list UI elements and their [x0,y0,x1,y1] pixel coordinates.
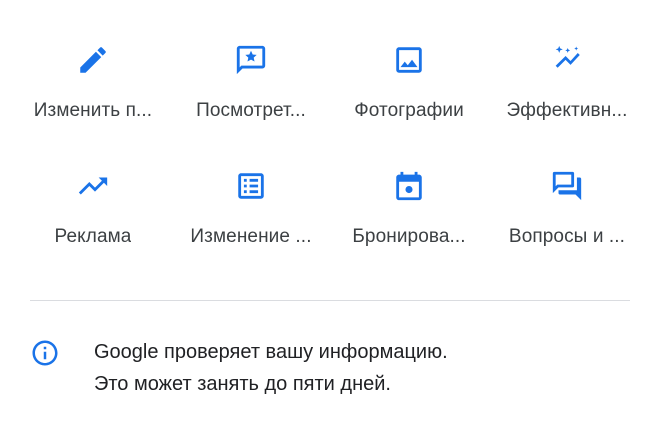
action-edit-profile[interactable]: Изменить п... [14,40,172,140]
action-label: Посмотрет... [196,100,306,121]
action-ads[interactable]: Реклама [14,166,172,266]
review-star-icon [231,40,271,80]
action-label: Изменить п... [33,100,153,121]
performance-sparkle-icon [547,40,587,80]
action-label: Изменение ... [190,226,312,247]
divider [30,300,630,301]
action-label: Бронирова... [352,226,466,247]
photo-icon [389,40,429,80]
action-photos[interactable]: Фотографии [330,40,488,140]
action-change-info[interactable]: Изменение ... [172,166,330,266]
verification-notice: Google проверяет вашу информацию. Это мо… [30,336,630,400]
notice-line-2: Это может занять до пяти дней. [94,373,391,395]
pencil-icon [73,40,113,80]
trending-up-icon [73,166,113,206]
info-icon[interactable] [30,338,60,368]
calendar-icon [389,166,429,206]
action-label: Фотографии [354,100,464,121]
action-performance[interactable]: Эффективн... [488,40,646,140]
notice-line-1: Google проверяет вашу информацию. [94,341,448,363]
actions-grid: Изменить п... Посмотрет... Фотографии Эф… [14,40,646,266]
action-label: Реклама [54,226,132,247]
action-label: Эффективн... [506,100,628,121]
list-icon [231,166,271,206]
action-bookings[interactable]: Бронирова... [330,166,488,266]
action-label: Вопросы и ... [508,226,626,247]
question-answer-icon [547,166,587,206]
action-view-reviews[interactable]: Посмотрет... [172,40,330,140]
notice-text: Google проверяет вашу информацию. Это мо… [94,336,448,400]
action-questions[interactable]: Вопросы и ... [488,166,646,266]
